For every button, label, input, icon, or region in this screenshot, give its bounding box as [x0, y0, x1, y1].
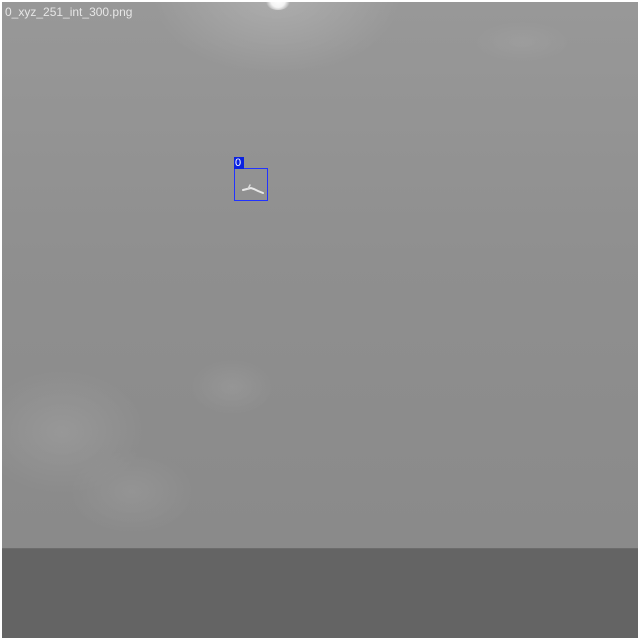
- filename-label: 0_xyz_251_int_300.png: [5, 5, 133, 19]
- ground-band: [2, 548, 638, 638]
- detection-box[interactable]: [234, 168, 268, 201]
- camera-image: [2, 2, 638, 638]
- image-viewer: 0_xyz_251_int_300.png 0: [0, 0, 640, 640]
- sun-glare: [265, 2, 291, 10]
- detection-label: 0: [234, 157, 244, 169]
